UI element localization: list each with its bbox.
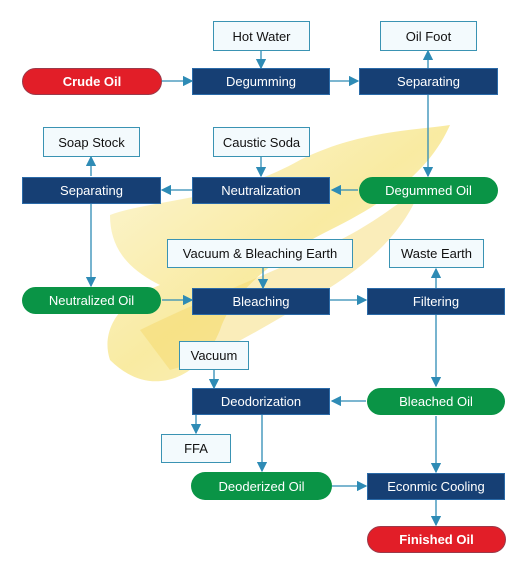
node-separating-2: Separating (22, 177, 161, 204)
node-caustic-soda: Caustic Soda (213, 127, 310, 157)
node-degummed-oil: Degummed Oil (359, 177, 498, 204)
node-soap-stock: Soap Stock (43, 127, 140, 157)
node-filtering: Filtering (367, 288, 505, 315)
node-crude-oil: Crude Oil (22, 68, 162, 95)
node-deoderized-oil: Deoderized Oil (191, 472, 332, 500)
node-vacuum: Vacuum (179, 341, 249, 370)
node-neutralized-oil: Neutralized Oil (22, 287, 161, 314)
node-vacuum-bleaching-earth: Vacuum & Bleaching Earth (167, 239, 353, 268)
node-hot-water: Hot Water (213, 21, 310, 51)
node-ffa: FFA (161, 434, 231, 463)
node-oil-foot: Oil Foot (380, 21, 477, 51)
node-neutralization: Neutralization (192, 177, 330, 204)
node-deodorization: Deodorization (192, 388, 330, 415)
node-econmic-cooling: Econmic Cooling (367, 473, 505, 500)
node-degumming: Degumming (192, 68, 330, 95)
node-finished-oil: Finished Oil (367, 526, 506, 553)
node-bleached-oil: Bleached Oil (367, 388, 505, 415)
node-waste-earth: Waste Earth (389, 239, 484, 268)
node-separating-1: Separating (359, 68, 498, 95)
node-bleaching: Bleaching (192, 288, 330, 315)
